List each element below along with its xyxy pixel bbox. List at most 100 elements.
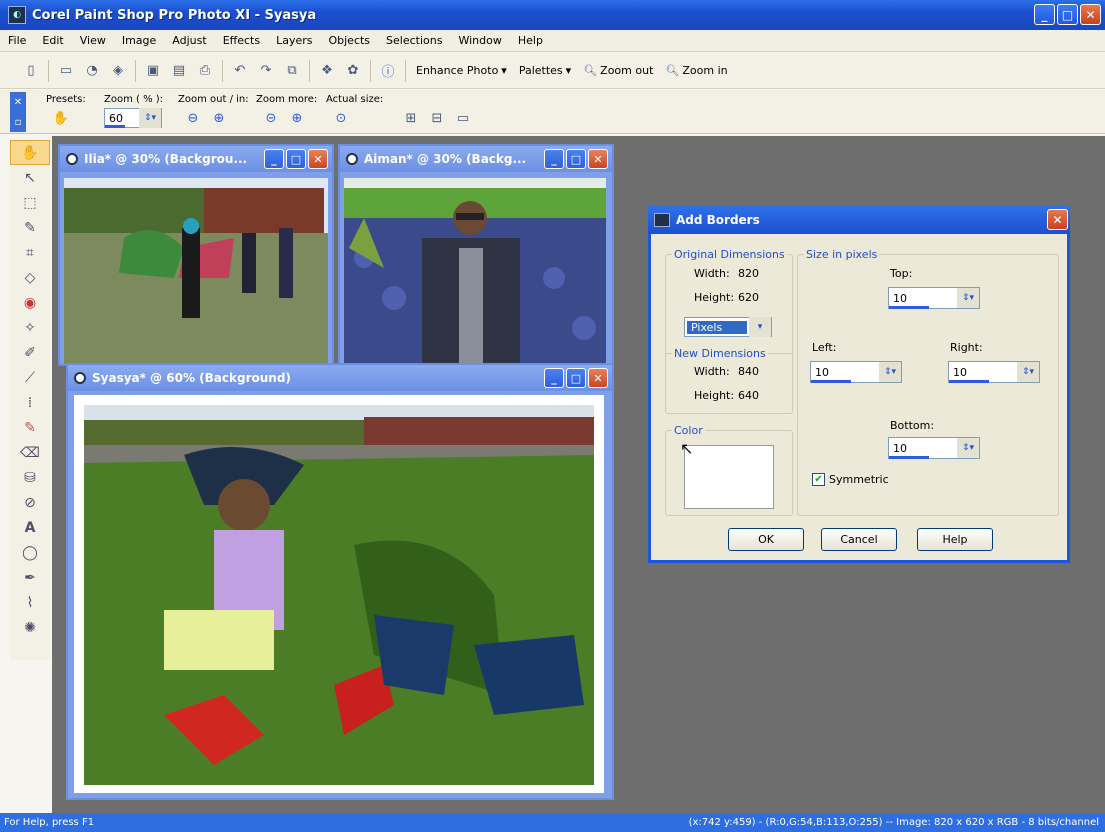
picture-tube-icon[interactable]: ⊘ (10, 490, 50, 515)
learning-center-icon[interactable]: ✿ (343, 61, 363, 81)
checkmark-icon: ✔ (812, 473, 825, 486)
browse-icon[interactable]: ◔ (82, 61, 102, 81)
color-swatch[interactable] (684, 445, 774, 509)
zoom-more-out-icon[interactable]: ⊝ (261, 108, 281, 128)
menu-view[interactable]: View (80, 34, 106, 47)
document-window-aiman[interactable]: Aiman* @ 30% (Backg... _ □ ✕ (338, 144, 614, 366)
clone-brush-icon[interactable]: ✐ (10, 340, 50, 365)
oil-brush-icon[interactable]: ✺ (10, 615, 50, 640)
eraser-tool-icon[interactable]: ⌫ (10, 440, 50, 465)
scratch-remover-icon[interactable]: ⟋ (10, 365, 50, 390)
menu-help[interactable]: Help (518, 34, 543, 47)
left-spinner[interactable]: 10 ⇕▾ (810, 361, 902, 383)
monitor-icon[interactable]: ▭ (453, 108, 473, 128)
document-window-ilia[interactable]: Ilia* @ 30% (Backgrou... _ □ ✕ (58, 144, 334, 366)
close-button[interactable]: ✕ (1080, 4, 1101, 25)
menu-edit[interactable]: Edit (42, 34, 63, 47)
selection-tool-icon[interactable]: ⬚ (10, 190, 50, 215)
menu-image[interactable]: Image (122, 34, 156, 47)
maximize-button[interactable]: □ (286, 149, 306, 169)
top-spinner[interactable]: 10 ⇕▾ (888, 287, 980, 309)
spin-arrows-icon[interactable]: ⇕▾ (1017, 362, 1039, 382)
maximize-button[interactable]: □ (566, 149, 586, 169)
red-eye-tool-icon[interactable]: ◉ (10, 290, 50, 315)
right-spinner[interactable]: 10 ⇕▾ (948, 361, 1040, 383)
actual-size-icon[interactable]: ⊙ (331, 108, 351, 128)
minimize-button[interactable]: _ (1034, 4, 1055, 25)
print-icon[interactable]: ⎙ (195, 61, 215, 81)
close-button[interactable]: ✕ (308, 149, 328, 169)
menu-selections[interactable]: Selections (386, 34, 442, 47)
save-as-icon[interactable]: ▤ (169, 61, 189, 81)
preset-shape-icon[interactable]: ◯ (10, 540, 50, 565)
info-icon[interactable]: ⓘ (378, 61, 398, 81)
redo-icon[interactable]: ↷ (256, 61, 276, 81)
zoom-out-icon[interactable]: ⊖ (183, 108, 203, 128)
palette-grip[interactable]: ✕ ▫ (10, 92, 26, 132)
dialog-title-bar: Add Borders ✕ (648, 206, 1070, 234)
close-button[interactable]: ✕ (588, 149, 608, 169)
new-file-icon[interactable]: ▯ (21, 61, 41, 81)
minimize-button[interactable]: _ (264, 149, 284, 169)
maximize-button[interactable]: □ (566, 368, 586, 388)
zoom-in-icon[interactable]: ⊕ (209, 108, 229, 128)
maximize-button[interactable]: □ (1057, 4, 1078, 25)
flood-fill-icon[interactable]: ⛁ (10, 465, 50, 490)
straighten-tool-icon[interactable]: ◇ (10, 265, 50, 290)
makeover-tool-icon[interactable]: ✧ (10, 315, 50, 340)
zoom-in-button[interactable]: 🔍︎ Zoom in (665, 64, 727, 77)
palettes-menu[interactable]: Palettes ▾ (519, 64, 571, 77)
crop-tool-icon[interactable]: ⌗ (10, 240, 50, 265)
height-label: Height: (694, 291, 735, 304)
menu-layers[interactable]: Layers (276, 34, 312, 47)
save-icon[interactable]: ▣ (143, 61, 163, 81)
minimize-button[interactable]: _ (544, 149, 564, 169)
menu-window[interactable]: Window (458, 34, 501, 47)
ok-button[interactable]: OK (728, 528, 804, 551)
spin-arrows-icon[interactable]: ⇕▾ (879, 362, 901, 382)
cancel-button[interactable]: Cancel (821, 528, 897, 551)
menu-adjust[interactable]: Adjust (172, 34, 206, 47)
menu-file[interactable]: File (8, 34, 26, 47)
image-canvas[interactable] (344, 178, 606, 364)
zoom-percent-input[interactable]: 60 ⇕▾ (104, 108, 162, 128)
zoom-out-button[interactable]: 🔍︎ Zoom out (583, 64, 653, 77)
apply-icon[interactable]: ⊞ (401, 108, 421, 128)
menu-effects[interactable]: Effects (223, 34, 260, 47)
bottom-spinner[interactable]: 10 ⇕▾ (888, 437, 980, 459)
image-canvas[interactable] (74, 395, 604, 793)
units-select[interactable]: Pixels ▾ (684, 317, 772, 337)
pen-tool-icon[interactable]: ✒ (10, 565, 50, 590)
chevron-down-icon[interactable]: ▾ (749, 317, 771, 337)
pan-tool-icon[interactable]: ✋ (10, 140, 50, 165)
open-folder-icon[interactable]: ▭ (56, 61, 76, 81)
dodge-tool-icon[interactable]: ⁞ (10, 390, 50, 415)
tool-options-palette: ✕ ▫ Presets: ✋ Zoom ( % ): 60 ⇕▾ Zoom out … (0, 90, 1105, 134)
undo-icon[interactable]: ↶ (230, 61, 250, 81)
spin-arrows-icon[interactable]: ⇕▾ (139, 108, 161, 128)
enhance-photo-menu[interactable]: Enhance Photo ▾ (416, 64, 507, 77)
menu-objects[interactable]: Objects (328, 34, 370, 47)
pan-hand-icon[interactable]: ✋ (51, 108, 71, 128)
close-button[interactable]: ✕ (588, 368, 608, 388)
text-tool-icon[interactable]: A (10, 515, 50, 540)
crop-icon[interactable]: ⧉ (282, 61, 302, 81)
dialog-close-button[interactable]: ✕ (1047, 209, 1068, 230)
zoom-more-in-icon[interactable]: ⊕ (287, 108, 307, 128)
scan-icon[interactable]: ◈ (108, 61, 128, 81)
organizer-icon[interactable]: ❖ (317, 61, 337, 81)
dropdown-arrow-icon: ▾ (501, 64, 507, 77)
spin-arrows-icon[interactable]: ⇕▾ (957, 438, 979, 458)
warp-brush-icon[interactable]: ⌇ (10, 590, 50, 615)
image-canvas[interactable] (64, 178, 328, 364)
help-button[interactable]: Help (917, 528, 993, 551)
dropper-tool-icon[interactable]: ✎ (10, 215, 50, 240)
symmetric-checkbox[interactable]: ✔ Symmetric (812, 473, 889, 486)
document-window-syasya[interactable]: Syasya* @ 60% (Background) _ □ ✕ (66, 363, 614, 800)
spin-arrows-icon[interactable]: ⇕▾ (957, 288, 979, 308)
height-label: Height: (694, 389, 735, 402)
pick-tool-icon[interactable]: ↖ (10, 165, 50, 190)
fit-window-icon[interactable]: ⊟ (427, 108, 447, 128)
minimize-button[interactable]: _ (544, 368, 564, 388)
paint-brush-icon[interactable]: ✎ (10, 415, 50, 440)
